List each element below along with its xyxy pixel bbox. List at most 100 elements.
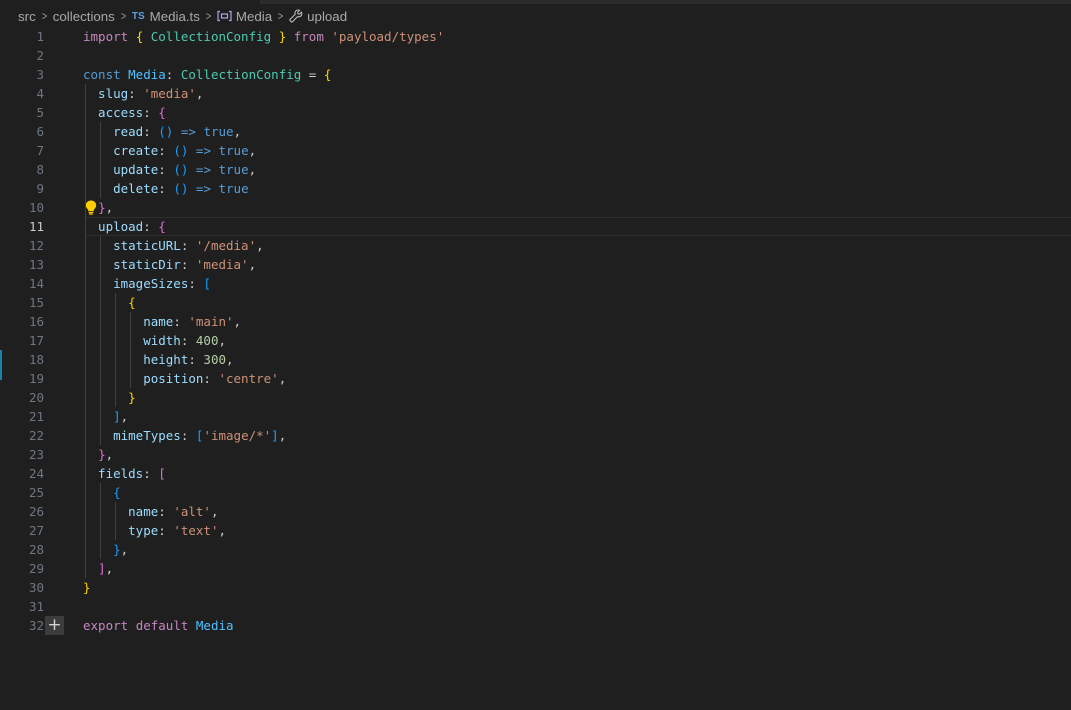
code-line[interactable]: 17 width: 400, — [0, 331, 1071, 350]
code-token: import — [83, 29, 136, 44]
line-number: 22 — [28, 428, 44, 443]
code-token: : — [188, 276, 204, 291]
code-line[interactable]: 12 staticURL: '/media', — [0, 236, 1071, 255]
line-number: 23 — [28, 447, 44, 462]
code-text: fields: [ — [83, 464, 166, 483]
code-token: 300 — [203, 352, 226, 367]
code-line[interactable]: 22 mimeTypes: ['image/*'], — [0, 426, 1071, 445]
code-token: = — [301, 67, 324, 82]
code-line[interactable]: 6 read: () => true, — [0, 122, 1071, 141]
breadcrumb-file[interactable]: Media.ts — [150, 9, 200, 24]
code-line[interactable]: 18 height: 300, — [0, 350, 1071, 369]
line-number: 17 — [28, 333, 44, 348]
code-line[interactable]: 16 name: 'main', — [0, 312, 1071, 331]
code-token: create — [83, 143, 159, 158]
code-token: , — [248, 162, 257, 177]
line-number: 9 — [36, 181, 44, 196]
code-token: { — [158, 219, 166, 234]
code-line[interactable]: 26 name: 'alt', — [0, 502, 1071, 521]
code-token: } — [98, 447, 106, 462]
line-number: 1 — [36, 29, 44, 44]
line-number: 28 — [28, 542, 44, 557]
code-line[interactable]: 14 imageSizes: [ — [0, 274, 1071, 293]
code-text: ], — [83, 559, 113, 578]
code-line[interactable]: 27 type: 'text', — [0, 521, 1071, 540]
indent-guide — [100, 483, 102, 559]
code-text: name: 'alt', — [83, 502, 218, 521]
code-token: mimeTypes — [83, 428, 181, 443]
line-number: 5 — [36, 105, 44, 120]
code-line[interactable]: 8 update: () => true, — [0, 160, 1071, 179]
code-line[interactable]: 25 { — [0, 483, 1071, 502]
line-number: 27 — [28, 523, 44, 538]
code-token: => — [188, 162, 219, 177]
code-line[interactable]: 30} — [0, 578, 1071, 597]
code-line[interactable]: 9 delete: () => true — [0, 179, 1071, 198]
line-number: 7 — [36, 143, 44, 158]
code-line[interactable]: 28 }, — [0, 540, 1071, 559]
line-number: 4 — [36, 86, 44, 101]
code-token: () — [173, 181, 189, 196]
code-line[interactable]: 21 ], — [0, 407, 1071, 426]
code-token: , — [278, 428, 287, 443]
code-text: }, — [83, 540, 128, 559]
code-line[interactable]: 10 }, — [0, 198, 1071, 217]
line-number: 18 — [28, 352, 44, 367]
code-token: CollectionConfig — [180, 67, 302, 82]
code-token: , — [256, 238, 264, 253]
line-number: 26 — [28, 504, 44, 519]
code-token: imageSizes — [83, 276, 189, 291]
code-token: : — [143, 466, 159, 481]
code-token: , — [105, 200, 114, 215]
code-line[interactable]: 29 ], — [0, 559, 1071, 578]
indent-guide — [100, 236, 102, 445]
code-line[interactable]: 2 — [0, 46, 1071, 65]
code-line[interactable]: 20 } — [0, 388, 1071, 407]
code-token: : — [158, 162, 174, 177]
code-line[interactable]: 4 slug: 'media', — [0, 84, 1071, 103]
code-token: const — [83, 67, 129, 82]
code-line[interactable]: 5 access: { — [0, 103, 1071, 122]
code-token: ] — [113, 409, 121, 424]
code-text: imageSizes: [ — [83, 274, 211, 293]
code-token: : — [158, 143, 174, 158]
code-token: ] — [98, 561, 106, 576]
add-icon[interactable]: + — [45, 616, 64, 635]
code-token: , — [218, 523, 227, 538]
code-token: , — [233, 314, 242, 329]
code-line[interactable]: 24 fields: [ — [0, 464, 1071, 483]
code-line[interactable]: 32 export default Media + — [0, 616, 1071, 635]
code-token: '/media' — [195, 238, 257, 253]
code-text: staticDir: 'media', — [83, 255, 256, 274]
breadcrumb-property-upload[interactable]: upload — [307, 9, 347, 24]
code-line[interactable]: 19 position: 'centre', — [0, 369, 1071, 388]
code-line[interactable]: 7 create: () => true, — [0, 141, 1071, 160]
tab-strip-edge — [260, 0, 1071, 4]
chevron-right-icon: > — [41, 9, 47, 23]
code-editor[interactable]: 1 import { CollectionConfig } from 'paylo… — [0, 27, 1071, 635]
code-token: } — [113, 542, 121, 557]
code-token: => — [188, 181, 219, 196]
code-token: , — [120, 542, 129, 557]
code-text: }, — [83, 445, 113, 464]
breadcrumb-symbol-media[interactable]: Media — [236, 9, 272, 24]
lightbulb-icon[interactable] — [85, 200, 97, 215]
code-token: { — [128, 295, 136, 310]
code-line[interactable]: 1 import { CollectionConfig } from 'paylo… — [0, 27, 1071, 46]
breadcrumb-collections[interactable]: collections — [53, 9, 115, 24]
breadcrumb-src[interactable]: src — [18, 9, 36, 24]
code-line[interactable]: 11 upload: { — [0, 217, 1071, 236]
code-line[interactable]: 23 }, — [0, 445, 1071, 464]
line-number: 3 — [36, 67, 44, 82]
code-text: position: 'centre', — [83, 369, 286, 388]
code-line[interactable]: 13 staticDir: 'media', — [0, 255, 1071, 274]
code-line[interactable]: 31 — [0, 597, 1071, 616]
code-token: 'centre' — [218, 371, 279, 386]
code-line[interactable]: 3 const Media: CollectionConfig = { — [0, 65, 1071, 84]
code-line[interactable]: 15 { — [0, 293, 1071, 312]
code-token: slug — [83, 86, 129, 101]
code-text: { — [83, 293, 136, 312]
